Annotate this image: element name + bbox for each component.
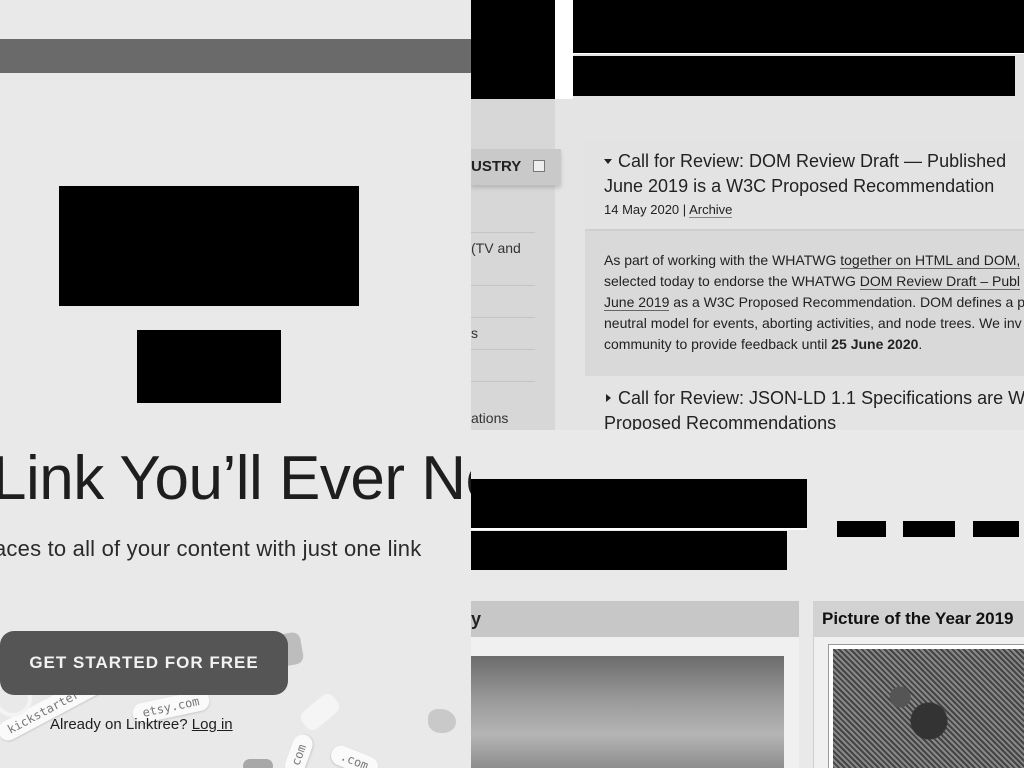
news-title-line2[interactable]: Proposed Recommendations — [604, 411, 836, 430]
body-text: as a W3C Proposed Recommendation. DOM de… — [669, 294, 1024, 310]
redacted-logo — [471, 0, 555, 99]
archive-link[interactable]: Archive — [689, 202, 733, 218]
body-text: neutral model for events, aborting activ… — [604, 315, 1022, 331]
sidebar-item[interactable]: (TV and — [471, 240, 521, 256]
hero-subheadline: aces to all of your content with just on… — [0, 536, 422, 561]
sidebar-divider — [471, 349, 535, 350]
sidebar-divider — [471, 381, 535, 382]
menu-icon — [533, 160, 545, 172]
sidebar-divider — [471, 317, 535, 318]
w3c-window: USTRY (TV and s ations Call for Review: … — [471, 0, 1024, 430]
photo-image — [833, 649, 1024, 768]
body-text: selected today to endorse the WHATWG — [604, 273, 860, 289]
body-text: community to provide feedback until — [604, 336, 832, 352]
sidebar-divider — [471, 232, 535, 233]
sidebar-item[interactable]: s — [471, 325, 478, 341]
deadline-date: 25 June 2020 — [831, 336, 919, 352]
decorative-tag — [297, 690, 343, 734]
news-body: As part of working with the WHATWG toget… — [604, 250, 1024, 355]
header-divider — [573, 53, 1024, 54]
body-text: . — [918, 336, 923, 352]
hero-headline: Link You’ll Ever Ne — [0, 444, 471, 513]
picture-of-year-photo[interactable] — [828, 644, 1024, 768]
news-title[interactable]: Call for Review: DOM Review Draft — Publ… — [604, 149, 1006, 174]
redacted-logo — [137, 330, 281, 403]
news-title-line2[interactable]: June 2019 is a W3C Proposed Recommendati… — [604, 174, 994, 199]
decorative-tile — [243, 759, 273, 768]
redacted-image — [59, 186, 359, 306]
get-started-button[interactable]: GET STARTED FOR FREE — [0, 631, 288, 695]
redacted-nav-item[interactable] — [903, 521, 955, 537]
meta-separator: | — [679, 202, 690, 217]
sidebar-divider — [471, 285, 535, 286]
news-meta: 14 May 2020 | Archive — [604, 202, 733, 218]
news-title[interactable]: Call for Review: JSON-LD 1.1 Specificati… — [604, 386, 1024, 411]
linktree-window: Link You’ll Ever Ne aces to all of your … — [0, 39, 471, 768]
body-text: As part of working with the WHATWG — [604, 252, 841, 268]
link-tag: .com — [328, 742, 381, 768]
redacted-title — [471, 479, 807, 528]
sidebar-item[interactable]: ations — [471, 410, 508, 426]
feature-panel-header: y — [471, 601, 799, 637]
login-prompt: Already on Linktree? Log in — [50, 716, 233, 733]
dom-review-draft-link-cont[interactable]: June 2019 — [604, 294, 670, 311]
redacted-subtitle — [471, 531, 787, 570]
title-divider — [471, 528, 807, 530]
header-strip — [555, 0, 573, 99]
sidebar-industry-label: USTRY — [471, 158, 522, 175]
whatwg-link[interactable]: together on HTML and DOM, — [840, 252, 1021, 269]
window-titlebar — [0, 39, 471, 73]
expand-caret-icon[interactable] — [606, 394, 611, 403]
feature-panel-title: y — [471, 609, 482, 629]
redacted-nav-item[interactable] — [837, 521, 886, 537]
login-prompt-text: Already on Linktree? — [50, 716, 192, 733]
news-divider — [585, 229, 1024, 231]
map-icon — [428, 709, 456, 733]
picture-of-year-header: Picture of the Year 2019 — [813, 601, 1024, 637]
login-link[interactable]: Log in — [192, 716, 233, 733]
link-tag: com — [282, 731, 316, 768]
feature-photo[interactable] — [471, 656, 784, 768]
dom-review-draft-link[interactable]: DOM Review Draft – Publ — [859, 273, 1021, 290]
picture-of-year-title: Picture of the Year 2019 — [822, 609, 1014, 628]
redacted-nav-item[interactable] — [973, 521, 1019, 537]
collapse-caret-icon[interactable] — [604, 158, 612, 164]
sidebar-industry-header[interactable]: USTRY — [471, 149, 561, 185]
news-date: 14 May 2020 — [604, 202, 680, 217]
bottom-window: y Picture of the Year 2019 — [471, 430, 1024, 768]
redacted-header — [573, 0, 1024, 53]
redacted-nav — [573, 56, 1015, 96]
